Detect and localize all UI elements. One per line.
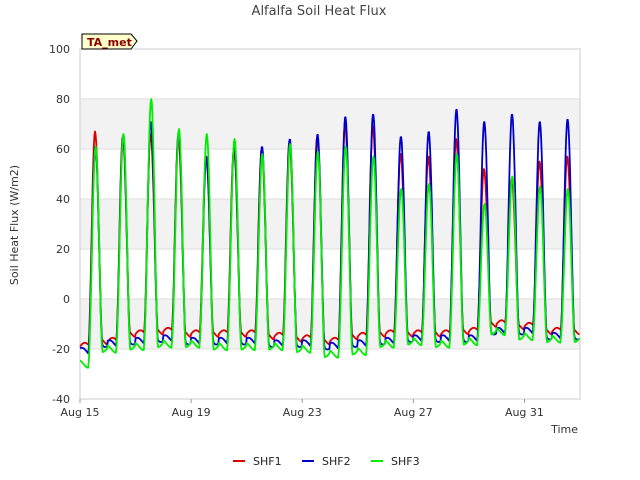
chart-title: Alfalfa Soil Heat Flux [252, 4, 387, 19]
legend: SHF1 SHF2 SHF3 [233, 455, 420, 468]
y-tick-labels: -40 -20 0 20 40 60 80 100 [49, 43, 70, 406]
legend-label-shf3: SHF3 [391, 455, 420, 468]
y-tick-label: 40 [56, 193, 70, 206]
x-tick-label: Aug 19 [172, 406, 211, 419]
band [80, 99, 580, 149]
y-tick-label: 60 [56, 143, 70, 156]
soil-heat-flux-chart: -40-20020406080100 Aug 15 Aug 19 Aug 23 Aug… [8, 4, 581, 468]
x-tick-label: Aug 15 [61, 406, 100, 419]
x-tick-label: Aug 23 [283, 406, 322, 419]
y-tick-label: -40 [52, 393, 70, 406]
legend-label-shf2: SHF2 [322, 455, 351, 468]
y-tick-label: 0 [63, 293, 70, 306]
x-tick-label: Aug 27 [394, 406, 433, 419]
legend-label-shf1: SHF1 [253, 455, 282, 468]
y-axis-label: Soil Heat Flux (W/m2) [8, 165, 21, 285]
y-tick-label: 20 [56, 243, 70, 256]
y-tick-label: 80 [56, 93, 70, 106]
badge-text: TA_met [87, 36, 132, 49]
x-tick-label: Aug 31 [505, 406, 544, 419]
y-tick-label: 100 [49, 43, 70, 56]
x-axis-label: Time [550, 423, 578, 436]
y-tick-label: -20 [52, 343, 70, 356]
ta-met-badge: TA_met [81, 33, 138, 50]
x-tick-labels: Aug 15 Aug 19 Aug 23 Aug 27 Aug 31 [61, 399, 544, 419]
